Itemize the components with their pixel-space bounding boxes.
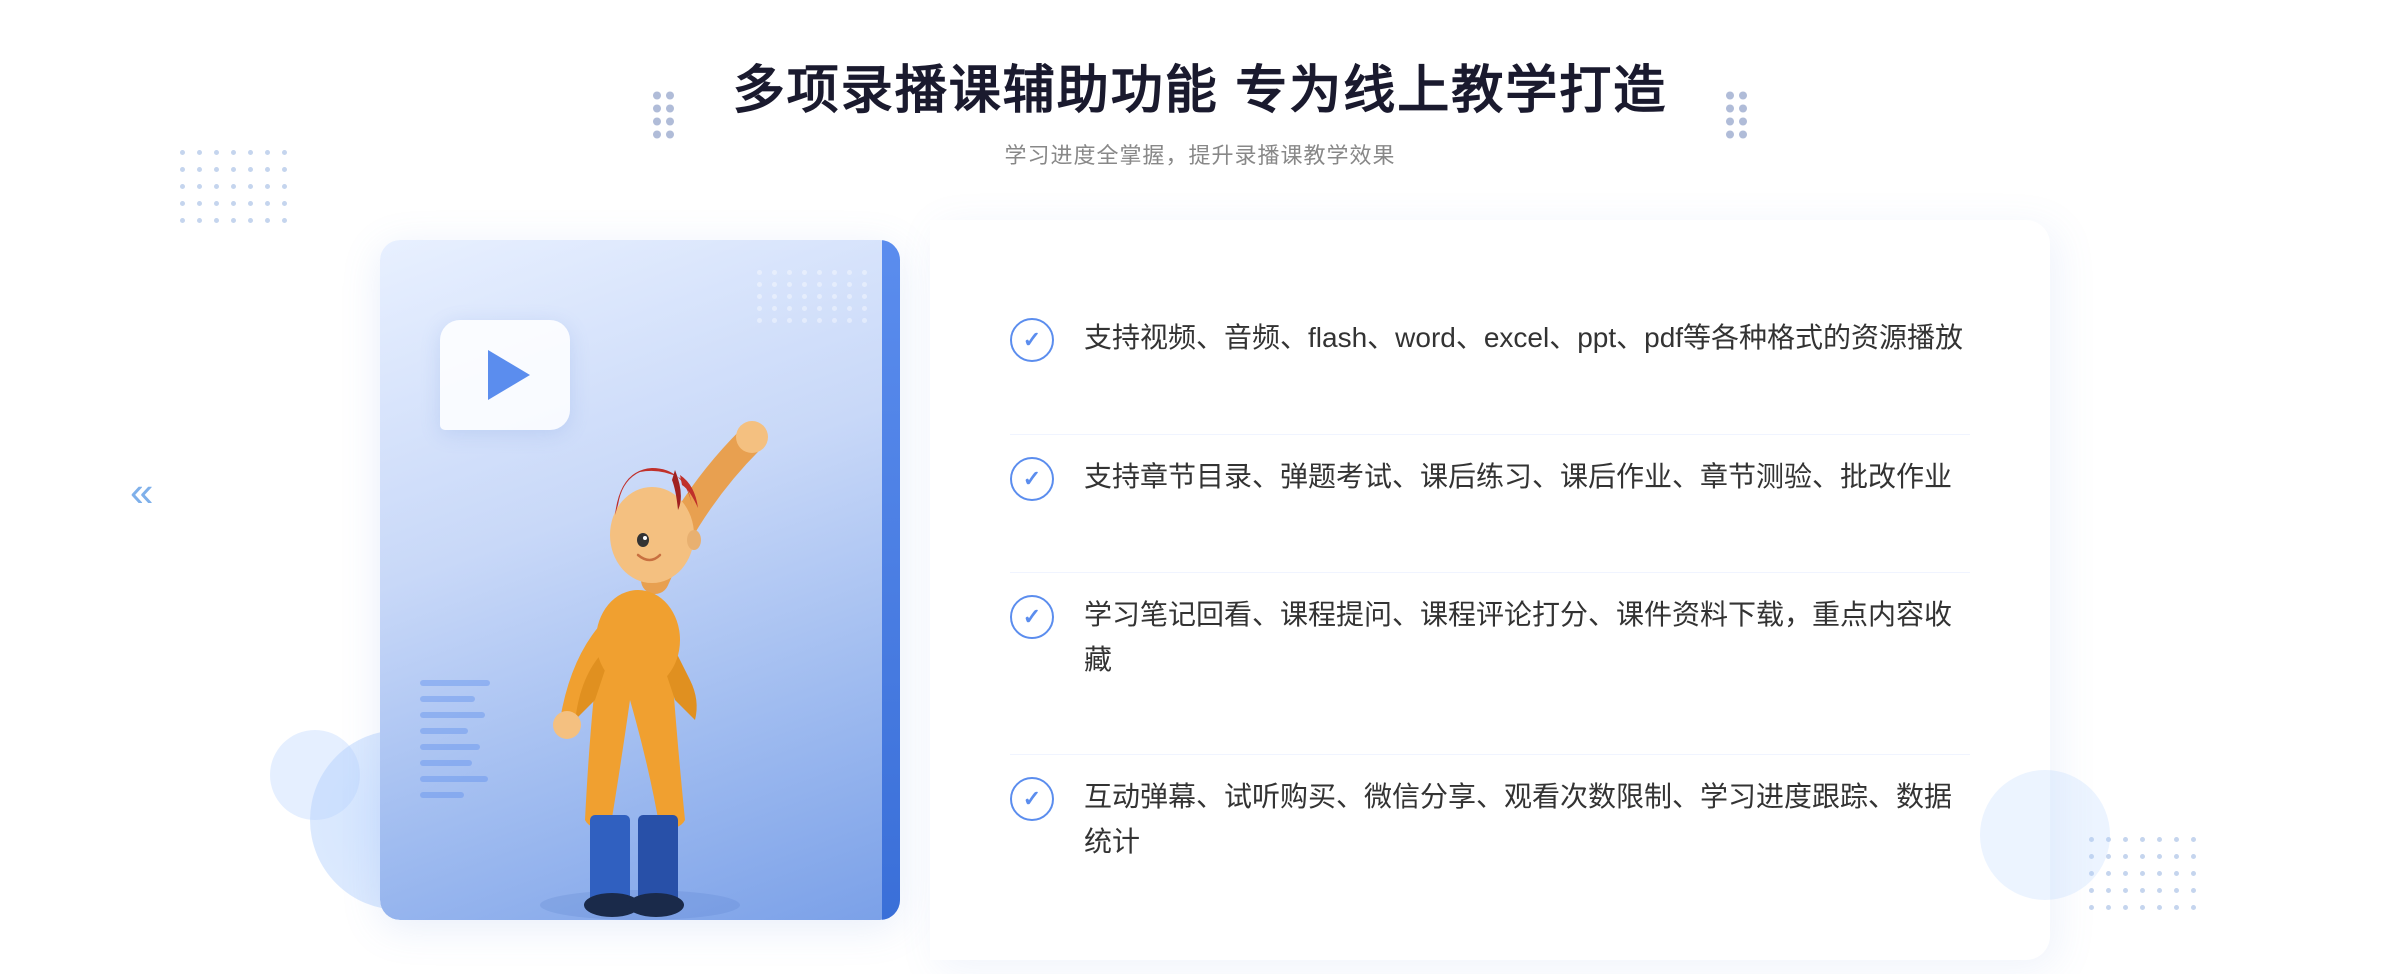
chevron-left-decoration: «: [130, 468, 153, 516]
header-dots-left: [653, 92, 674, 139]
illustration-card: [380, 240, 900, 920]
feature-item-2: ✓ 支持章节目录、弹题考试、课后练习、课后作业、章节测验、批改作业: [1010, 434, 1970, 521]
checkmark-symbol-4: ✓: [1023, 788, 1041, 810]
feature-item-4: ✓ 互动弹幕、试听购买、微信分享、观看次数限制、学习进度跟踪、数据统计: [1010, 754, 1970, 885]
content-area: ✓ 支持视频、音频、flash、word、excel、ppt、pdf等各种格式的…: [350, 220, 2050, 960]
check-icon-4: ✓: [1010, 777, 1054, 821]
deco-circle-right: [1980, 770, 2110, 900]
checkmark-symbol-2: ✓: [1023, 468, 1041, 490]
check-icon-1: ✓: [1010, 318, 1054, 362]
features-panel: ✓ 支持视频、音频、flash、word、excel、ppt、pdf等各种格式的…: [930, 220, 2050, 960]
deco-circle-small: [270, 730, 360, 820]
person-illustration: [460, 340, 820, 920]
page-header: 多项录播课辅助功能 专为线上教学打造 学习进度全掌握，提升录播课教学效果: [733, 60, 1667, 170]
feature-item-3: ✓ 学习笔记回看、课程提问、课程评论打分、课件资料下载，重点内容收藏: [1010, 572, 1970, 703]
check-icon-2: ✓: [1010, 457, 1054, 501]
feature-text-3: 学习笔记回看、课程提问、课程评论打分、课件资料下载，重点内容收藏: [1084, 593, 1970, 683]
feature-text-4: 互动弹幕、试听购买、微信分享、观看次数限制、学习进度跟踪、数据统计: [1084, 775, 1970, 865]
sub-title: 学习进度全掌握，提升录播课教学效果: [733, 138, 1667, 170]
chevron-left-icon: «: [130, 468, 153, 516]
dot-decoration-topleft: [180, 150, 291, 227]
illus-dot-pattern: [757, 270, 870, 323]
header-dots-right: [1726, 92, 1747, 139]
check-icon-3: ✓: [1010, 595, 1054, 639]
checkmark-symbol-3: ✓: [1023, 606, 1041, 628]
feature-text-1: 支持视频、音频、flash、word、excel、ppt、pdf等各种格式的资源…: [1084, 316, 1963, 361]
blue-accent-bar: [882, 240, 900, 920]
illustration-panel: [350, 220, 930, 940]
page-wrapper: « 多项录播课辅助功能 专为线上教学打造 学习进度全掌握，提升录播课教学效果: [0, 0, 2400, 974]
main-title: 多项录播课辅助功能 专为线上教学打造: [733, 60, 1667, 122]
checkmark-symbol-1: ✓: [1023, 329, 1041, 351]
feature-text-2: 支持章节目录、弹题考试、课后练习、课后作业、章节测验、批改作业: [1084, 455, 1952, 500]
feature-item-1: ✓ 支持视频、音频、flash、word、excel、ppt、pdf等各种格式的…: [1010, 296, 1970, 382]
